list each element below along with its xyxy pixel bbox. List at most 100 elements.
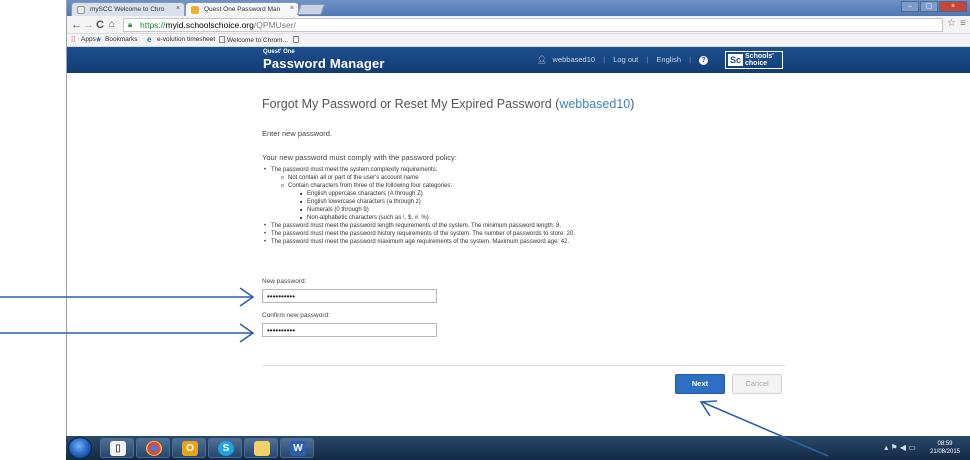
quest-favicon-icon [191,6,199,14]
close-window-button[interactable]: × [939,1,967,12]
skype-icon[interactable]: S [208,438,242,458]
category-list: English uppercase characters (A through … [298,190,902,222]
bookmark-apps[interactable]: ⁞⁞ Apps [71,36,96,44]
title-account-link[interactable]: webbased10 [559,97,630,111]
url-path: /QPMUser/ [253,20,296,30]
list-item: Not contain all or part of the user's ac… [279,174,902,182]
start-orb-icon[interactable] [68,437,92,459]
bookmarks-bar: ⁞⁞ Apps ★ Bookmarks e e-volution timesheet … [67,34,970,47]
bookmark-label: e-volution timesheet [157,36,216,43]
ie-e-icon: e [147,35,152,44]
title-text: ) [630,97,635,111]
bookmark-bookmarks[interactable]: ★ Bookmarks [95,36,138,44]
bookmark-timesheet[interactable]: e e-volution timesheet [147,36,215,44]
list-item: English uppercase characters (A through … [298,190,902,198]
list-item: The password must meet the password maxi… [262,238,902,246]
page-icon [77,6,85,14]
next-button[interactable]: Next [675,374,725,394]
tab-strip: mySCC Welcome to Chro × Quest One Passwo… [67,0,970,16]
bookmark-label: Bookmarks [105,36,138,43]
list-item: Non-alphabetic characters (such as !, $,… [298,214,902,222]
confirm-password-field[interactable]: •••••••••• [262,323,437,337]
file-explorer-icon[interactable]: ▯ [100,438,134,458]
brand-tagline: Quest' One [263,49,295,55]
address-bar[interactable]: 🔒︎ https://myid.schoolschoice.org/QPMUse… [123,18,943,32]
separator: | [689,55,692,64]
language-link[interactable]: English [656,55,681,64]
title-text: Forgot My Password or Reset My Expired P… [262,97,560,111]
close-tab-icon[interactable]: × [290,5,294,12]
lock-icon: 🔒︎ [128,20,133,29]
new-tab-button[interactable] [296,4,326,15]
maximize-button[interactable]: ▢ [920,1,938,12]
cancel-button[interactable]: Cancel [732,374,782,394]
list-item: The password must meet the password hist… [262,230,902,238]
windows-taskbar: ▯ O S W ▴ ⚑ ◀ ▭ 08:59 21/08/2015 [66,436,970,460]
browser-window: mySCC Welcome to Chro × Quest One Passwo… [66,0,970,436]
clock-date: 21/08/2015 [929,449,961,455]
window-controls: – ▢ × [901,1,967,13]
separator: | [646,55,649,64]
browser-toolbar: ← → C ⌂ 🔒︎ https://myid.schoolschoice.or… [67,16,970,34]
logo-mono: Sc [728,54,744,66]
user-icon: 👤︎ [537,55,547,64]
tab-myscc[interactable]: mySCC Welcome to Chro × [71,2,185,16]
tab-password-manager[interactable]: Quest One Password Man × [185,2,299,16]
minimize-button[interactable]: – [901,1,919,12]
close-tab-icon[interactable]: × [176,5,180,12]
bookmark-welcome[interactable]: Welcome to Chrom... [219,36,288,44]
word-icon[interactable]: W [280,438,314,458]
tab-label: mySCC Welcome to Chro [90,6,165,13]
new-password-field[interactable]: •••••••••• [262,289,437,303]
app-header: Quest' One Password Manager 👤︎ webbased10… [67,47,970,73]
tray-icons[interactable]: ▴ ⚑ ◀ ▭ [880,443,920,452]
back-arrow-icon[interactable]: ← [71,19,82,31]
policy-length: The password must meet the password leng… [271,223,562,229]
help-icon[interactable]: ? [699,56,709,65]
new-password-label: New password: [262,278,307,285]
policy-list: The password must meet the system comple… [262,166,902,246]
category-item: Numerals (0 through 9) [307,207,369,213]
page-icon [219,36,225,43]
enter-instruction: Enter new password. [262,129,333,138]
apps-grid-icon: ⁞⁞ [71,35,76,44]
list-item: The password must meet the system comple… [262,166,902,222]
forward-arrow-icon[interactable]: → [83,19,94,31]
policy-intro: Your new password must comply with the p… [262,153,457,162]
logout-link[interactable]: Log out [613,55,638,64]
category-item: Non-alphabetic characters (such as !, $,… [307,215,429,221]
list-item: English lowercase characters (a through … [298,198,902,206]
home-icon[interactable]: ⌂ [109,19,115,30]
outlook-icon[interactable]: O [172,438,206,458]
chrome-icon[interactable] [136,438,170,458]
policy-complexity: The password must meet the system comple… [271,167,438,173]
policy-categories: Contain characters from three of the fol… [288,183,453,189]
policy-no-account-name: Not contain all or part of the user's ac… [288,175,419,181]
policy-sublist: Not contain all or part of the user's ac… [279,174,902,222]
user-menu: 👤︎ webbased10 | Log out | English | ? [537,55,714,65]
bookmark-label: Apps [81,36,96,43]
bookmark-label: Welcome to Chrom... [227,37,288,44]
list-item: Contain characters from three of the fol… [279,182,902,222]
main-content: Forgot My Password or Reset My Expired P… [67,73,970,436]
screenshot: mySCC Welcome to Chro × Quest One Passwo… [0,0,970,460]
category-item: English uppercase characters (A through … [307,191,423,197]
tab-label: Quest One Password Man [204,6,281,13]
schools-choice-logo: Sc Schools' choice [725,51,783,69]
app-title: Password Manager [263,56,385,71]
url-host: myid.schoolschoice.org [165,20,254,30]
folder-icon[interactable] [244,438,278,458]
username-link[interactable]: webbased10 [553,55,596,64]
logo-text: Schools' choice [745,53,774,67]
star-icon[interactable]: ☆ [947,18,956,29]
page-icon [293,36,299,43]
policy-history: The password must meet the password hist… [271,231,576,237]
category-item: English lowercase characters (a through … [307,199,421,205]
list-item: Numerals (0 through 9) [298,206,902,214]
separator: | [603,55,606,64]
clock[interactable]: 08:59 21/08/2015 [926,440,964,456]
reload-icon[interactable]: C [96,19,104,31]
bookmark-empty[interactable] [293,36,301,44]
list-item: The password must meet the password leng… [262,222,902,230]
menu-icon[interactable]: ≡ [960,18,966,29]
